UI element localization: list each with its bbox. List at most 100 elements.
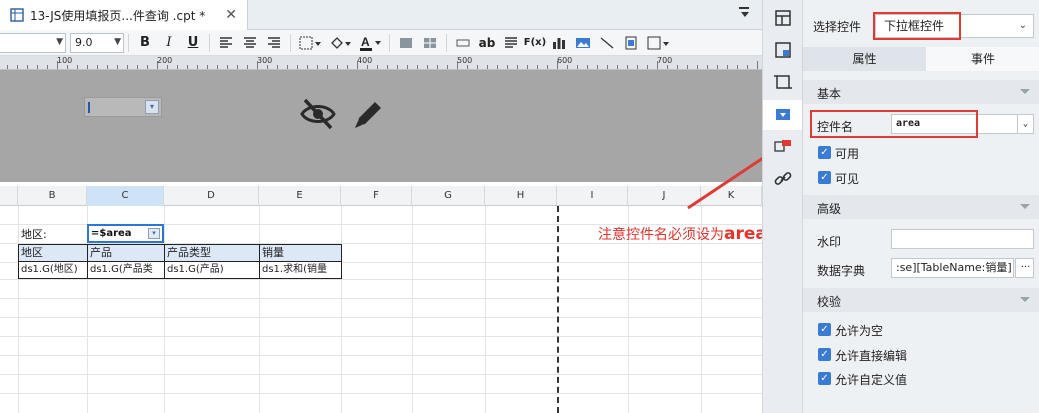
ruler-tick: [647, 65, 648, 69]
ruler-tick: [157, 61, 158, 69]
dropdown-widget[interactable]: ▾: [84, 97, 162, 117]
section-basic[interactable]: 基本: [803, 80, 1039, 104]
column-header[interactable]: D: [164, 186, 259, 206]
enabled-checkbox[interactable]: ✓: [818, 146, 831, 159]
ruler-tick: [527, 65, 528, 69]
underline-button[interactable]: U: [181, 32, 205, 54]
page-break-line: [557, 206, 559, 413]
ruler-tick: [17, 65, 18, 69]
subreport-icon[interactable]: [619, 32, 643, 54]
data-cell[interactable]: ds1.G(产品类: [87, 261, 165, 279]
data-cell[interactable]: ds1.G(产品): [164, 261, 260, 279]
bold-button[interactable]: B: [133, 32, 157, 54]
ruler-tick: [657, 61, 658, 69]
selected-param-cell[interactable]: =$area ▾: [87, 224, 164, 243]
svg-text:A: A: [361, 35, 370, 49]
column-header[interactable]: I: [557, 186, 628, 206]
column-header[interactable]: B: [18, 186, 87, 206]
column-header[interactable]: F: [341, 186, 412, 206]
split-cells-icon[interactable]: [418, 32, 442, 54]
ruler-tick: [287, 65, 288, 69]
ruler-tick: [517, 65, 518, 69]
grid-line: [412, 206, 413, 413]
select-widget-label: 选择控件: [813, 20, 862, 34]
header-cell[interactable]: 产品: [87, 244, 165, 262]
column-header-bar: B C D E F G H I J K: [0, 186, 762, 206]
widget-icon[interactable]: [451, 32, 475, 54]
widget-settings-icon[interactable]: [774, 106, 792, 124]
tab-properties[interactable]: 属性: [803, 47, 926, 71]
align-left-icon[interactable]: [214, 32, 238, 54]
column-header[interactable]: E: [259, 186, 341, 206]
frame-icon[interactable]: [774, 73, 792, 91]
tab-file[interactable]: 13-JS使用填报页...件查询 .cpt * ✕: [0, 0, 248, 30]
text-style-button[interactable]: ab: [475, 32, 499, 54]
ruler-tick: [607, 65, 608, 69]
edit-pencil-icon[interactable]: [352, 97, 384, 131]
ruler-tick: [147, 65, 148, 69]
header-cell[interactable]: 销量: [259, 244, 342, 262]
hide-eye-icon[interactable]: [300, 97, 336, 131]
data-cell[interactable]: ds1.G(地区): [18, 261, 88, 279]
paragraph-icon[interactable]: [499, 32, 523, 54]
align-right-icon[interactable]: [262, 32, 286, 54]
ruler-mark: 200: [157, 56, 173, 65]
ruler-tick: [577, 65, 578, 69]
ruler-tick: [327, 65, 328, 69]
dropdown-arrow-icon[interactable]: ▾: [145, 100, 159, 114]
tab-menu-icon[interactable]: [738, 6, 754, 22]
hyperlink-icon[interactable]: [774, 170, 792, 188]
divider: [209, 33, 210, 52]
layout-icon[interactable]: [774, 9, 792, 27]
ruler-tick: [487, 65, 488, 69]
fill-color-icon[interactable]: [325, 32, 355, 54]
ruler-tick: [277, 65, 278, 69]
tab-events[interactable]: 事件: [926, 47, 1039, 71]
ellipsis-icon: ···: [1020, 262, 1031, 273]
data-dict-button[interactable]: ···: [1015, 258, 1034, 278]
widget-property-panel: 选择控件 下拉框控件 ⌄ 属性 事件 基本 控件名 area ⌄ ✓ 可用 ✓ …: [802, 0, 1039, 413]
image-icon[interactable]: [571, 32, 595, 54]
close-icon[interactable]: ✕: [225, 7, 237, 23]
slash-icon[interactable]: [595, 32, 619, 54]
merge-cells-icon[interactable]: [394, 32, 418, 54]
ruler-tick: [87, 65, 88, 69]
ruler-tick: [67, 65, 68, 69]
column-header[interactable]: G: [412, 186, 485, 206]
region-label-cell[interactable]: 地区:: [19, 226, 86, 243]
allow-custom-checkbox[interactable]: ✓: [818, 372, 831, 385]
condition-icon[interactable]: [774, 138, 792, 156]
grid-line: [259, 206, 260, 413]
font-color-icon[interactable]: A: [355, 32, 385, 54]
header-cell[interactable]: 地区: [18, 244, 88, 262]
visible-checkbox[interactable]: ✓: [818, 171, 831, 184]
header-cell[interactable]: 产品类型: [164, 244, 260, 262]
formula-button[interactable]: F(x): [523, 32, 547, 54]
ruler-tick: [427, 65, 428, 69]
section-advanced[interactable]: 高级: [803, 195, 1039, 219]
border-icon[interactable]: [295, 32, 325, 54]
allow-edit-checkbox[interactable]: ✓: [818, 348, 831, 361]
column-header[interactable]: H: [485, 186, 557, 206]
insert-icon[interactable]: [643, 32, 673, 54]
ruler-tick: [387, 65, 388, 69]
ruler-tick: [197, 65, 198, 69]
spreadsheet-grid[interactable]: [0, 186, 762, 413]
italic-button[interactable]: I: [157, 32, 181, 54]
section-validate[interactable]: 校验: [803, 288, 1039, 312]
font-family-select[interactable]: ▼: [0, 32, 66, 53]
data-cell[interactable]: ds1.求和(销量: [259, 261, 342, 279]
cell-attr-icon[interactable]: [774, 41, 792, 59]
allow-empty-checkbox[interactable]: ✓: [818, 323, 831, 336]
ruler-tick: [377, 65, 378, 69]
font-size-select[interactable]: 9.0 ▼: [70, 32, 124, 53]
ruler-tick: [107, 65, 108, 69]
watermark-input[interactable]: [891, 229, 1034, 249]
column-header[interactable]: C: [87, 186, 164, 206]
align-center-icon[interactable]: [238, 32, 262, 54]
data-dict-input[interactable]: :se][TableName:销量]: [891, 258, 1014, 278]
text-caret: [88, 102, 90, 113]
bar-chart-icon[interactable]: [547, 32, 571, 54]
ruler-tick: [477, 65, 478, 69]
ruler-mark: 600: [557, 56, 573, 65]
